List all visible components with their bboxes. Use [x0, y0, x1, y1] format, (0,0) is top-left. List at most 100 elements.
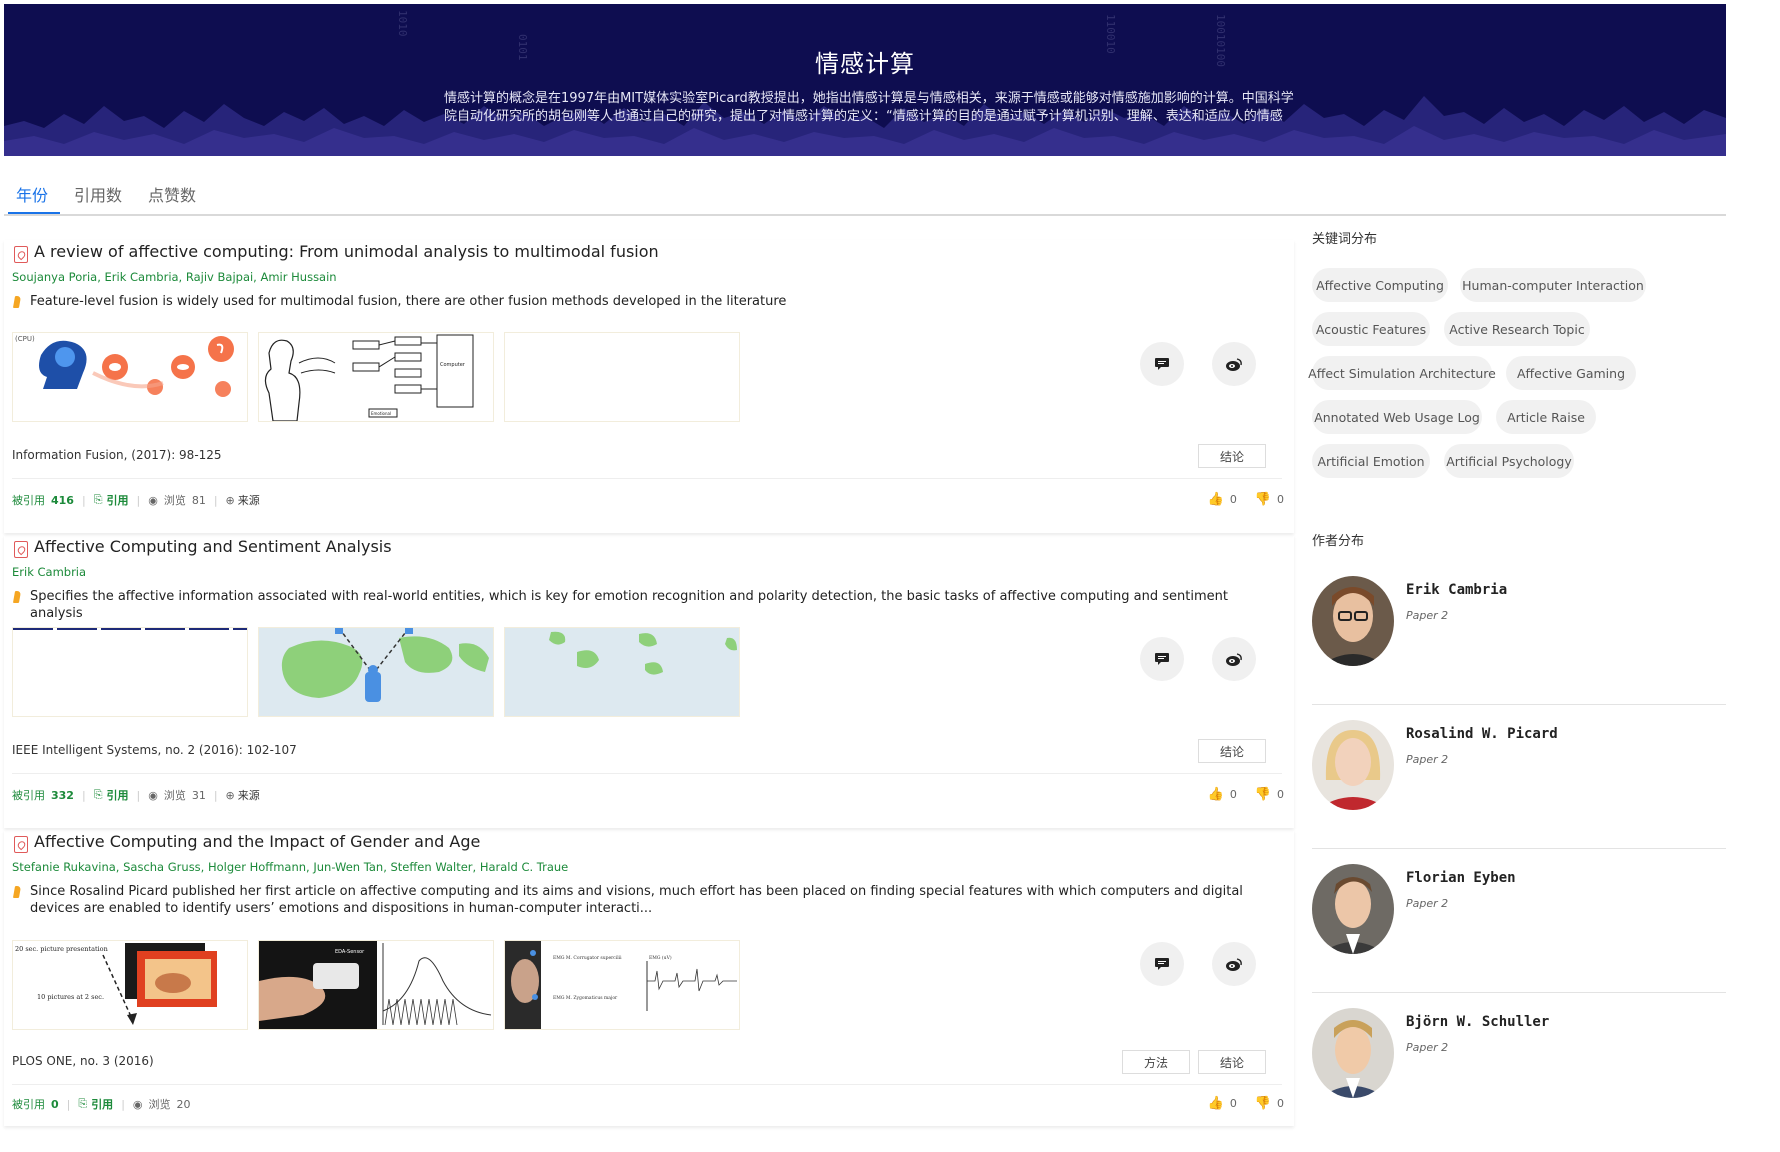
figure-thumbnail[interactable]: (CPU): [12, 332, 248, 422]
keyword-tag[interactable]: Affective Computing: [1312, 268, 1448, 302]
weibo-share-button[interactable]: [1212, 342, 1256, 386]
globe-icon: ⊕: [225, 788, 235, 802]
views-count: 81: [191, 493, 206, 507]
paper-authors[interactable]: Stefanie Rukavina, Sascha Gruss, Holger …: [12, 860, 568, 874]
author-paper-count: Paper 2: [1406, 609, 1449, 622]
author-item[interactable]: Florian Eyben Paper 2: [1312, 864, 1726, 1008]
thumbs-down-icon[interactable]: 👎: [1255, 1096, 1271, 1111]
quote-icon: ⎘: [93, 788, 103, 801]
keyword-tag[interactable]: Affective Gaming: [1506, 356, 1636, 390]
figure-thumbnail[interactable]: EDA-Sensor: [258, 940, 494, 1030]
keyword-tag[interactable]: Acoustic Features: [1312, 312, 1430, 346]
keyword-tag[interactable]: Affect Simulation Architecture: [1308, 356, 1496, 390]
svg-text:EMG (uV): EMG (uV): [649, 954, 672, 961]
cite-button[interactable]: 引用: [107, 787, 129, 803]
method-tag-button[interactable]: 方法: [1122, 1050, 1190, 1074]
avatar[interactable]: [1312, 1008, 1394, 1098]
pdf-icon[interactable]: [14, 836, 28, 853]
cited-count[interactable]: 0: [51, 1098, 59, 1111]
thumbs-down-icon[interactable]: 👎: [1255, 787, 1271, 802]
weibo-share-button[interactable]: [1212, 637, 1256, 681]
thumbs-up-icon[interactable]: 👍: [1208, 1096, 1224, 1111]
source-link[interactable]: 来源: [238, 492, 260, 508]
figure-thumbnail[interactable]: [12, 627, 248, 717]
active-tab-indicator: [8, 212, 60, 214]
paper-title[interactable]: Affective Computing and Sentiment Analys…: [34, 537, 392, 556]
cited-label: 被引用: [12, 789, 45, 802]
figure-thumbnail[interactable]: Computer Emotional: [258, 332, 494, 422]
keyword-tag[interactable]: Annotated Web Usage Log: [1312, 400, 1482, 434]
figure-thumbnail[interactable]: [258, 627, 494, 717]
weibo-icon: [1226, 957, 1242, 971]
divider: [1312, 704, 1726, 705]
conclusion-tag-button[interactable]: 结论: [1198, 739, 1266, 763]
svg-text:(CPU): (CPU): [15, 335, 35, 343]
cited-label: 被引用: [12, 494, 45, 507]
paper-stats: 被引用 0 | ⎘ 引用 | ◉ 浏览 20: [12, 1096, 191, 1112]
paper-stats: 被引用 332 | ⎘ 引用 | ◉ 浏览 31 | ⊕ 来源: [12, 787, 260, 803]
paper-authors[interactable]: Soujanya Poria, Erik Cambria, Rajiv Bajp…: [12, 270, 337, 284]
author-paper-count: Paper 2: [1406, 1041, 1449, 1054]
views-count: 31: [191, 788, 206, 802]
weibo-share-button[interactable]: [1212, 942, 1256, 986]
paper-summary: Feature-level fusion is widely used for …: [30, 294, 787, 309]
views-label: 浏览: [163, 789, 186, 802]
pdf-icon[interactable]: [14, 246, 28, 263]
paper-venue: PLOS ONE, no. 3 (2016): [12, 1054, 154, 1068]
keyword-tag[interactable]: Human-computer Interaction: [1460, 268, 1646, 302]
figure-thumbnail[interactable]: EMG M. Corrugator supercilii EMG M. Zygo…: [504, 940, 740, 1030]
keyword-tag[interactable]: Artificial Psychology: [1444, 444, 1574, 478]
cited-count[interactable]: 332: [51, 789, 74, 802]
author-item[interactable]: Erik Cambria Paper 2: [1312, 576, 1726, 720]
keyword-tag[interactable]: Artificial Emotion: [1312, 444, 1430, 478]
conclusion-tag-button[interactable]: 结论: [1198, 1050, 1266, 1074]
cite-button[interactable]: 引用: [107, 492, 129, 508]
quote-icon: ⎘: [78, 1097, 88, 1110]
paper-venue: Information Fusion, (2017): 98-125: [12, 448, 222, 462]
avatar[interactable]: [1312, 720, 1394, 810]
keyword-tag[interactable]: Article Raise: [1496, 400, 1596, 434]
figure-thumbnail[interactable]: 20 sec. picture presentation 10 pictures…: [12, 940, 248, 1030]
views-count: 20: [176, 1097, 191, 1111]
cite-button[interactable]: 引用: [91, 1096, 113, 1112]
tab-year[interactable]: 年份: [16, 182, 48, 206]
figure-thumbnail[interactable]: [504, 332, 740, 422]
vote-controls: 👍 0 👎 0: [1208, 492, 1284, 507]
svg-text:10 pictures at 2 sec.: 10 pictures at 2 sec.: [37, 993, 104, 1001]
svg-text:EMG M. Zygomaticus major: EMG M. Zygomaticus major: [553, 995, 618, 1001]
conclusion-tag-button[interactable]: 结论: [1198, 444, 1266, 468]
pdf-icon[interactable]: [14, 541, 28, 558]
paper-title[interactable]: Affective Computing and the Impact of Ge…: [34, 832, 480, 851]
dislike-count: 0: [1277, 493, 1284, 506]
figure-thumbnail[interactable]: [504, 627, 740, 717]
comment-button[interactable]: [1140, 637, 1184, 681]
tab-citations[interactable]: 引用数: [74, 182, 122, 206]
globe-icon: ⊕: [225, 493, 235, 507]
avatar[interactable]: [1312, 576, 1394, 666]
cited-count[interactable]: 416: [51, 494, 74, 507]
vote-controls: 👍 0 👎 0: [1208, 1096, 1284, 1111]
author-item[interactable]: Björn W. Schuller Paper 2: [1312, 1008, 1726, 1152]
author-name[interactable]: Erik Cambria: [1406, 582, 1507, 598]
comment-button[interactable]: [1140, 342, 1184, 386]
thumbs-up-icon[interactable]: 👍: [1208, 492, 1224, 507]
topic-banner: 1010 0101 110010 10010100 情感计算 情感计算的概念是在…: [4, 4, 1726, 156]
quote-icon: ⎘: [93, 493, 103, 506]
thumbs-up-icon[interactable]: 👍: [1208, 787, 1224, 802]
paper-authors[interactable]: Erik Cambria: [12, 565, 86, 579]
comment-button[interactable]: [1140, 942, 1184, 986]
like-count: 0: [1229, 788, 1237, 801]
author-name[interactable]: Rosalind W. Picard: [1406, 726, 1558, 742]
source-link[interactable]: 来源: [238, 787, 260, 803]
thumbs-down-icon[interactable]: 👎: [1255, 492, 1271, 507]
author-paper-count: Paper 2: [1406, 753, 1449, 766]
keyword-tag[interactable]: Active Research Topic: [1444, 312, 1590, 346]
paper-title[interactable]: A review of affective computing: From un…: [34, 242, 659, 261]
like-count: 0: [1229, 1097, 1237, 1110]
author-item[interactable]: Rosalind W. Picard Paper 2: [1312, 720, 1726, 864]
avatar[interactable]: [1312, 864, 1394, 954]
author-paper-count: Paper 2: [1406, 897, 1449, 910]
author-name[interactable]: Florian Eyben: [1406, 870, 1516, 886]
author-name[interactable]: Björn W. Schuller: [1406, 1014, 1549, 1030]
tab-likes[interactable]: 点赞数: [148, 182, 196, 206]
